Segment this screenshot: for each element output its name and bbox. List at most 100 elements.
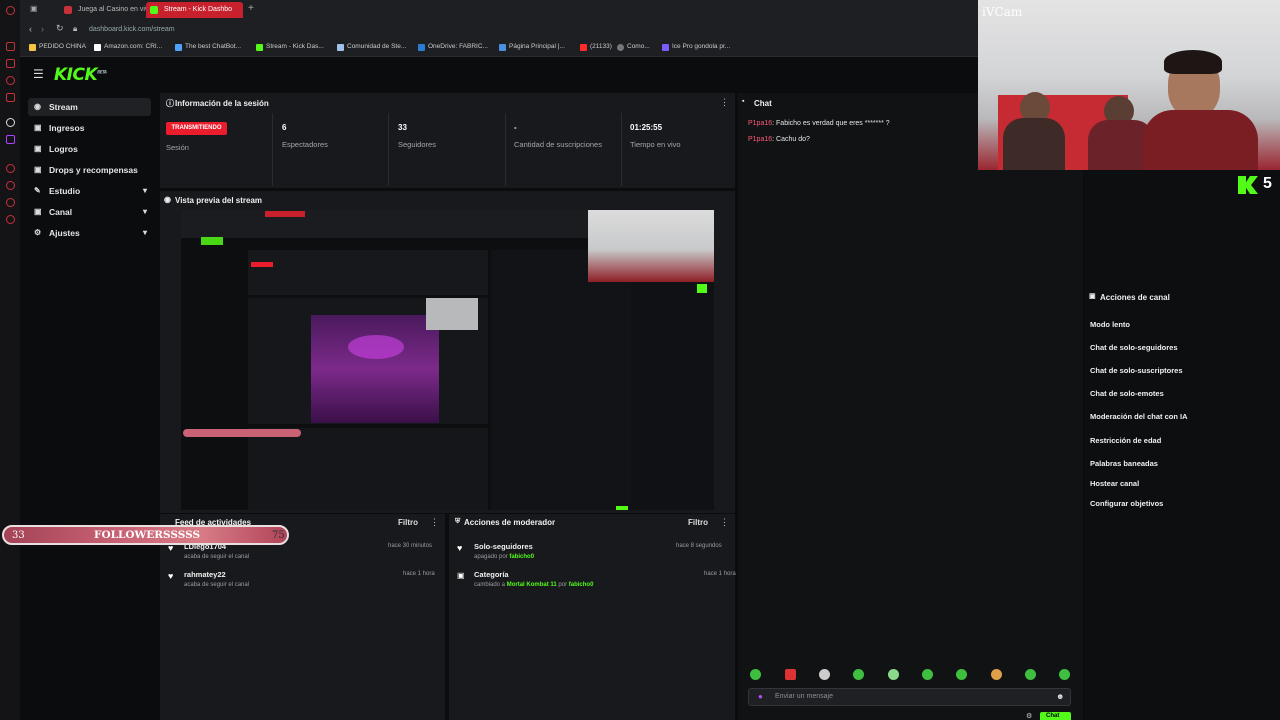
nested-kick-logo <box>201 237 223 245</box>
followers-current: 33 <box>12 530 25 541</box>
chat-send-button[interactable]: Chat <box>1040 712 1071 720</box>
sidebar-item-estudio[interactable]: ✎ Estudio ▾ <box>28 182 151 200</box>
extension-icon[interactable] <box>6 42 15 51</box>
chat-input[interactable]: ● Enviar un mensaje ☻ <box>748 688 1071 706</box>
action-emotes-only[interactable]: Chat de solo-emotes <box>1090 389 1164 398</box>
mod-item-category[interactable]: Mortal Kombat 11 <box>507 582 557 588</box>
emote-icon[interactable] <box>888 669 899 680</box>
messenger-icon[interactable] <box>6 59 15 68</box>
live-time: 01:25:55 <box>630 123 663 132</box>
sidebar-item-canal[interactable]: ▣ Canal ▾ <box>28 203 151 221</box>
activity-filter-button[interactable]: Filtro <box>398 518 418 527</box>
divider <box>621 113 622 186</box>
logo-text: KICK <box>54 65 98 85</box>
mod-item-user[interactable]: fabicho0 <box>509 554 534 560</box>
live-time-label: Tiempo en vivo <box>630 140 681 149</box>
chat-message: P1pa16: Cachu do? <box>748 136 810 143</box>
downloads-icon[interactable] <box>6 198 15 207</box>
feed-item-time: hace 30 minutos <box>388 543 433 549</box>
kick-logo[interactable]: KICKBETA <box>54 65 107 85</box>
nested-casino-stream <box>311 315 439 423</box>
action-ai-moderation[interactable]: Moderación del chat con IA <box>1090 412 1188 421</box>
emote-icon[interactable] <box>1059 669 1070 680</box>
twitch-icon[interactable] <box>6 135 15 144</box>
moderator-more-icon[interactable]: ⋮ <box>720 517 729 528</box>
feed-item-sub: acaba de seguir el canal <box>184 554 250 560</box>
sidebar-item-label: Ingresos <box>49 123 85 133</box>
chat-input-placeholder: Enviar un mensaje <box>775 693 833 700</box>
bookmark-youtube[interactable]: (21133) <box>580 43 612 51</box>
stream-preview-video[interactable] <box>181 210 714 510</box>
emote-icon[interactable] <box>750 669 761 680</box>
forward-icon[interactable]: › <box>41 24 44 34</box>
microphone-icon[interactable]: ● <box>758 692 763 701</box>
followers-label: Seguidores <box>398 140 436 149</box>
bookmark-pedido-china[interactable]: PEDIDO CHINA <box>29 43 86 51</box>
emote-icon[interactable] <box>956 669 967 680</box>
url-field[interactable]: dashboard.kick.com/stream <box>89 26 175 33</box>
sidebar-item-ajustes[interactable]: ⚙ Ajustes ▾ <box>28 224 151 242</box>
viewers-label: Espectadores <box>282 140 328 149</box>
activity-more-icon[interactable]: ⋮ <box>430 517 439 528</box>
opera-icon[interactable] <box>6 6 15 15</box>
heart-icon: ♥ <box>168 571 174 581</box>
action-followers-only[interactable]: Chat de solo-seguidores <box>1090 343 1178 352</box>
emote-icon[interactable] <box>819 669 830 680</box>
chat-text: : Cachu do? <box>772 136 810 143</box>
whatsapp-icon[interactable] <box>6 76 15 85</box>
history-icon[interactable] <box>6 181 15 190</box>
person-right-body <box>1143 110 1258 170</box>
bookmark-onedrive[interactable]: OneDrive: FABRIC... <box>418 43 488 51</box>
bookmark-steam[interactable]: Comunidad de Ste... <box>337 43 406 51</box>
emote-icon[interactable] <box>785 669 796 680</box>
action-subscribers-only[interactable]: Chat de solo-suscriptores <box>1090 366 1183 375</box>
bookmark-label: Página Principal |... <box>509 43 565 50</box>
chat-username[interactable]: P1pa16 <box>748 120 772 127</box>
bookmark-kick[interactable]: Stream - Kick Das... <box>256 43 324 51</box>
hamburger-menu-icon[interactable]: ☰ <box>33 67 44 81</box>
emote-icon[interactable] <box>922 669 933 680</box>
new-tab-button[interactable]: + <box>248 3 254 14</box>
sidebar-item-logros[interactable]: ▣ Logros <box>28 140 151 158</box>
moderator-filter-button[interactable]: Filtro <box>688 518 708 527</box>
tabs-menu-icon[interactable]: ▣ <box>30 4 38 13</box>
action-slow-mode[interactable]: Modo lento <box>1090 320 1130 329</box>
chat-username[interactable]: P1pa16 <box>748 136 772 143</box>
session-more-icon[interactable]: ⋮ <box>720 97 729 108</box>
sidebar-item-stream[interactable]: ◉ Stream <box>28 98 151 116</box>
back-icon[interactable]: ‹ <box>29 24 32 34</box>
sidebar-item-drops[interactable]: ▣ Drops y recompensas <box>28 161 151 179</box>
bookmark-amazon[interactable]: Amazon.com: CRI... <box>94 43 162 51</box>
bolt-icon: ▣ <box>1089 293 1096 300</box>
sidebar-item-label: Canal <box>49 207 73 217</box>
bookmark-label: (21133) <box>590 43 612 50</box>
mod-item-user[interactable]: fabicho0 <box>569 582 594 588</box>
play-icon[interactable] <box>6 118 15 127</box>
feed-item-name[interactable]: rahmatey22 <box>184 570 226 579</box>
sidebar-item-label: Stream <box>49 102 78 112</box>
action-set-goals[interactable]: Configurar objetivos <box>1090 499 1163 508</box>
bookmark-ice-pro[interactable]: Ice Pro gondola pr... <box>662 43 730 51</box>
subs-count: - <box>514 123 517 132</box>
action-banned-words[interactable]: Palabras baneadas <box>1090 459 1158 468</box>
reload-icon[interactable]: ↻ <box>56 23 64 34</box>
sidebar-item-ingresos[interactable]: ▣ Ingresos <box>28 119 151 137</box>
instagram-icon[interactable] <box>6 93 15 102</box>
bookmark-chatbot[interactable]: The best ChatBot... <box>175 43 242 51</box>
emote-icon[interactable] <box>1025 669 1036 680</box>
bookmark-label: PEDIDO CHINA <box>39 43 86 50</box>
emoji-icon[interactable]: ☻ <box>1056 692 1064 701</box>
chat-settings-icon[interactable]: ⚙ <box>1026 712 1032 720</box>
bookmark-label: The best ChatBot... <box>185 43 242 50</box>
bookmark-como[interactable]: Como... <box>617 43 650 51</box>
emote-icon[interactable] <box>991 669 1002 680</box>
emote-icon[interactable] <box>853 669 864 680</box>
bookmark-pagina-principal[interactable]: Página Principal |... <box>499 43 565 51</box>
action-age-restriction[interactable]: Restricción de edad <box>1090 436 1161 445</box>
clock-icon[interactable] <box>6 164 15 173</box>
mod-item-sub-prefix: apagado por <box>474 554 508 560</box>
settings-icon[interactable] <box>6 215 15 224</box>
kick-header: ☰ KICKBETA <box>20 57 978 93</box>
tab-kick-dashboard[interactable]: Stream - Kick Dashbo <box>146 2 243 18</box>
action-host-channel[interactable]: Hostear canal <box>1090 479 1139 488</box>
